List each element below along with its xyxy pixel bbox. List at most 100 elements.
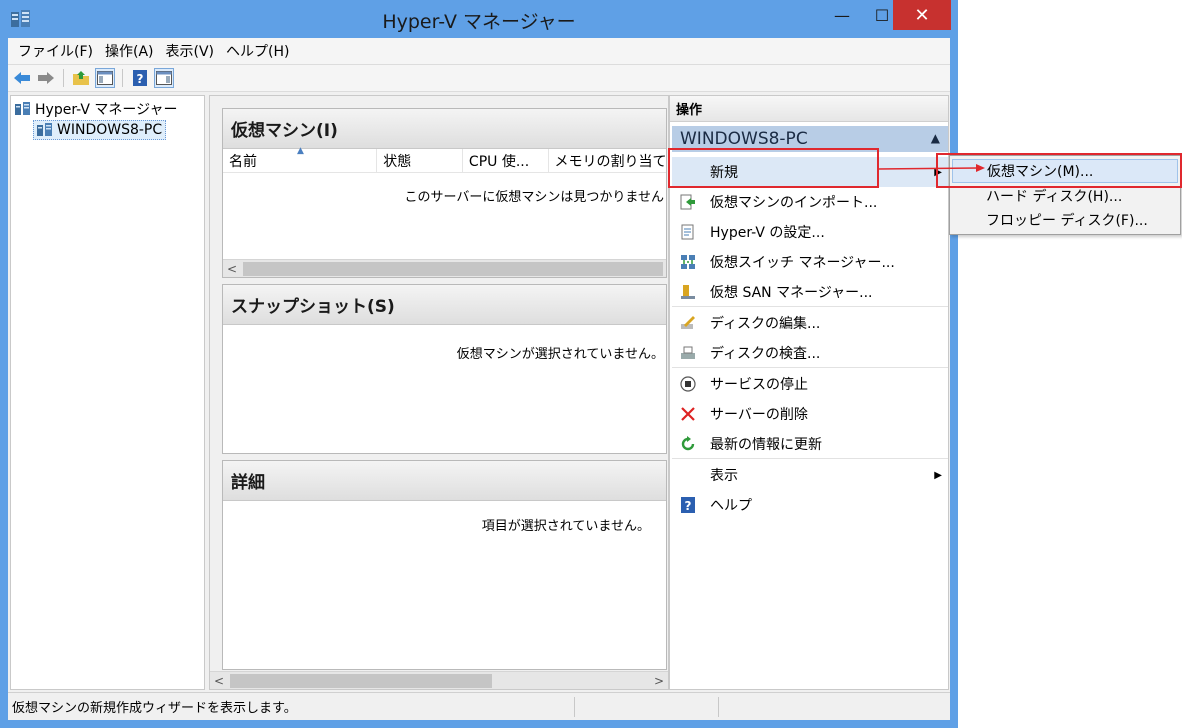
svg-text:?: ? <box>685 499 692 513</box>
action-inspect-disk-label: ディスクの検査... <box>710 345 821 362</box>
help-icon[interactable]: ? <box>130 68 150 88</box>
forward-icon[interactable] <box>36 68 56 88</box>
action-edit-disk[interactable]: ディスクの編集... <box>672 308 948 338</box>
action-view[interactable]: 表示 ▶ <box>672 460 948 490</box>
details-section: 詳細 項目が選択されていません。 <box>222 460 667 670</box>
submenu-arrow-icon: ▶ <box>934 166 942 178</box>
snapshots-section: スナップショット(S) 仮想マシンが選択されていません。 <box>222 284 667 454</box>
tree-child-label: WINDOWS8-PC <box>57 122 163 138</box>
settings-icon <box>680 224 696 240</box>
status-divider <box>718 697 719 717</box>
sort-ascending-icon: ▲ <box>297 146 304 156</box>
inspect-disk-icon <box>680 345 696 361</box>
blank-icon <box>680 164 696 180</box>
actions-group-windows8-pc[interactable]: WINDOWS8-PC ▲ <box>672 126 948 152</box>
new-submenu: 仮想マシン(M)... ハード ディスク(H)... フロッピー ディスク(F)… <box>949 155 1181 235</box>
actions-pane-title: 操作 <box>670 96 948 122</box>
up-folder-icon[interactable] <box>71 68 91 88</box>
show-hide-action-pane-icon[interactable] <box>154 68 174 88</box>
help-icon: ? <box>680 497 696 513</box>
action-hyper-v-settings[interactable]: Hyper-V の設定... <box>672 217 948 247</box>
menu-bar: ファイル(F) 操作(A) 表示(V) ヘルプ(H) <box>8 38 950 64</box>
toolbar: ? <box>8 64 950 92</box>
stop-icon <box>680 376 696 392</box>
action-import-label: 仮想マシンのインポート... <box>710 195 878 211</box>
blank-icon <box>680 467 696 483</box>
action-import-vm[interactable]: 仮想マシンのインポート... <box>672 187 948 217</box>
scroll-left-icon[interactable]: < <box>210 672 228 690</box>
menu-view[interactable]: 表示(V) <box>160 41 221 61</box>
virtual-machines-section: 仮想マシン(I) ▲ 名前 状態 CPU 使... メモリの割り当て このサーバ… <box>222 108 667 278</box>
action-stop-service[interactable]: サービスの停止 <box>672 369 948 399</box>
column-state[interactable]: 状態 <box>377 149 463 172</box>
tree-root-label: Hyper-V マネージャー <box>35 102 178 118</box>
navigation-tree: Hyper-V マネージャー WINDOWS8-PC <box>10 95 205 690</box>
scrollbar-thumb[interactable] <box>243 262 663 276</box>
action-vsan-label: 仮想 SAN マネージャー... <box>710 284 873 301</box>
action-new-label: 新規 <box>710 165 738 181</box>
action-help-label: ヘルプ <box>710 498 752 514</box>
action-refresh[interactable]: 最新の情報に更新 <box>672 429 948 459</box>
menu-action[interactable]: 操作(A) <box>99 41 160 61</box>
menu-help[interactable]: ヘルプ(H) <box>220 41 295 61</box>
action-help[interactable]: ? ヘルプ <box>672 490 948 520</box>
close-button[interactable]: ✕ <box>893 0 951 30</box>
delete-icon <box>680 406 696 422</box>
scroll-right-icon[interactable]: > <box>650 672 668 690</box>
snapshots-empty-message: 仮想マシンが選択されていません。 <box>456 347 664 362</box>
minimize-button[interactable]: — <box>822 0 862 30</box>
action-stop-service-label: サービスの停止 <box>710 377 808 393</box>
submenu-arrow-icon: ▶ <box>934 469 942 481</box>
back-icon[interactable] <box>12 68 32 88</box>
virtual-machines-title: 仮想マシン(I) <box>223 109 666 149</box>
server-icon <box>37 123 52 136</box>
details-title: 詳細 <box>223 461 666 501</box>
action-remove-server[interactable]: サーバーの削除 <box>672 399 948 429</box>
virtual-switch-icon <box>680 254 696 270</box>
status-text: 仮想マシンの新規作成ウィザードを表示します。 <box>12 701 297 716</box>
action-settings-label: Hyper-V の設定... <box>710 225 825 241</box>
snapshots-title: スナップショット(S) <box>223 285 666 325</box>
details-empty-message: 項目が選択されていません。 <box>481 519 650 534</box>
submenu-new-hard-disk[interactable]: ハード ディスク(H)... <box>952 184 1178 208</box>
refresh-icon <box>680 435 696 452</box>
scroll-left-icon[interactable]: < <box>223 260 241 278</box>
vm-column-headers: ▲ 名前 状態 CPU 使... メモリの割り当て <box>223 146 666 173</box>
submenu-new-floppy-disk[interactable]: フロッピー ディスク(F)... <box>952 208 1178 232</box>
menu-file[interactable]: ファイル(F) <box>12 41 99 61</box>
import-icon <box>680 194 696 210</box>
action-virtual-san-manager[interactable]: 仮想 SAN マネージャー... <box>672 277 948 307</box>
column-memory[interactable]: メモリの割り当て <box>549 149 666 172</box>
tree-item-windows8-pc[interactable]: WINDOWS8-PC <box>33 120 167 140</box>
vm-horizontal-scrollbar[interactable]: < <box>223 259 666 277</box>
actions-group-label: WINDOWS8-PC <box>680 129 808 149</box>
scrollbar-thumb[interactable] <box>230 674 492 688</box>
action-new[interactable]: 新規 ▶ <box>672 157 948 187</box>
toolbar-separator <box>63 69 64 87</box>
toolbar-separator <box>122 69 123 87</box>
action-refresh-label: 最新の情報に更新 <box>710 436 822 453</box>
hyper-v-manager-icon <box>15 102 30 115</box>
show-hide-tree-icon[interactable] <box>95 68 115 88</box>
title-bar[interactable]: Hyper-V マネージャー — ☐ ✕ <box>0 0 958 38</box>
center-horizontal-scrollbar[interactable]: < > <box>210 671 668 689</box>
edit-disk-icon <box>680 315 696 331</box>
window-title: Hyper-V マネージャー <box>382 11 576 33</box>
action-virtual-switch-manager[interactable]: 仮想スイッチ マネージャー... <box>672 247 948 277</box>
app-window: Hyper-V マネージャー — ☐ ✕ ファイル(F) 操作(A) 表示(V)… <box>0 0 958 728</box>
column-cpu[interactable]: CPU 使... <box>463 149 549 172</box>
submenu-new-vm[interactable]: 仮想マシン(M)... <box>952 159 1178 183</box>
action-edit-disk-label: ディスクの編集... <box>710 316 821 332</box>
action-view-label: 表示 <box>710 468 738 484</box>
status-bar: 仮想マシンの新規作成ウィザードを表示します。 <box>8 692 950 720</box>
tree-item-hyper-v-manager[interactable]: Hyper-V マネージャー <box>15 99 177 119</box>
svg-text:?: ? <box>137 72 144 86</box>
action-remove-server-label: サーバーの削除 <box>710 407 808 423</box>
vm-empty-message: このサーバーに仮想マシンは見つかりません <box>404 190 664 205</box>
center-pane: 仮想マシン(I) ▲ 名前 状態 CPU 使... メモリの割り当て このサーバ… <box>209 95 669 690</box>
san-icon <box>680 284 696 300</box>
collapse-icon[interactable]: ▲ <box>931 131 940 145</box>
action-inspect-disk[interactable]: ディスクの検査... <box>672 338 948 368</box>
action-vswitch-label: 仮想スイッチ マネージャー... <box>710 255 895 271</box>
actions-pane: 操作 WINDOWS8-PC ▲ 新規 ▶ 仮想マシンのインポート... Hyp… <box>669 95 949 690</box>
